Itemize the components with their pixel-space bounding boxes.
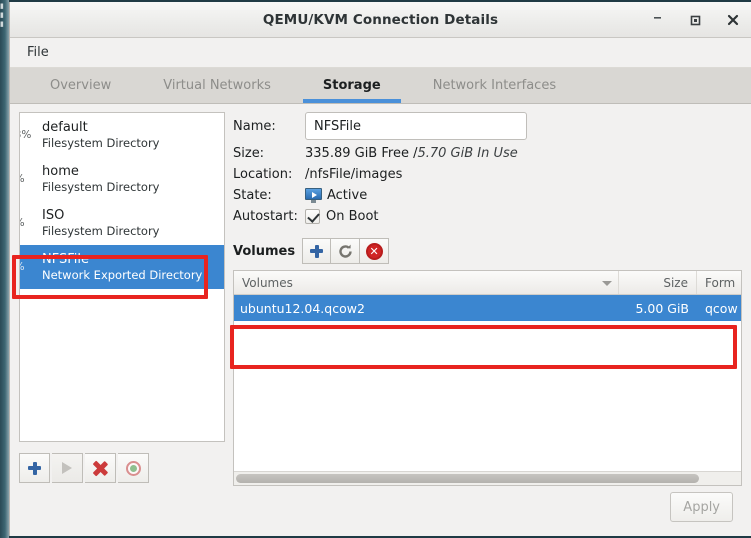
location-row: Location: /nfsFile/images bbox=[233, 167, 742, 182]
maximize-icon[interactable] bbox=[683, 8, 707, 32]
apply-button[interactable]: Apply bbox=[670, 492, 733, 522]
scrollbar-thumb[interactable] bbox=[236, 474, 699, 483]
pool-type: Network Exported Directory bbox=[42, 267, 203, 282]
pool-usage-percent: 0% bbox=[20, 173, 42, 185]
pool-toolbar bbox=[19, 442, 225, 486]
desktop-background-strip: ▮ ▮ ▮ bbox=[0, 0, 9, 538]
tab-virtual-networks[interactable]: Virtual Networks bbox=[137, 68, 297, 103]
minimize-icon[interactable] bbox=[645, 8, 669, 32]
volumes-toolbar: ✕ bbox=[302, 238, 390, 264]
column-header-label: Volumes bbox=[242, 275, 293, 290]
pool-name: NFSFile bbox=[42, 251, 89, 267]
delete-icon: ✕ bbox=[365, 242, 383, 260]
column-header-label: Form bbox=[705, 275, 736, 290]
pool-name: ISO bbox=[42, 207, 65, 223]
pool-name: home bbox=[42, 163, 79, 179]
location-value: /nfsFile/images bbox=[305, 167, 403, 182]
stop-pool-button[interactable] bbox=[118, 453, 149, 483]
pool-item-home[interactable]: 0% home Filesystem Directory bbox=[20, 157, 224, 201]
state-value: Active bbox=[327, 188, 368, 203]
desktop-icons: ▮ ▮ ▮ bbox=[0, 2, 4, 28]
autostart-checkbox[interactable] bbox=[305, 209, 320, 224]
pool-type: Filesystem Directory bbox=[42, 223, 160, 238]
autostart-row: Autostart: On Boot bbox=[233, 209, 742, 224]
connection-details-window: QEMU/KVM Connection Details File Overvie… bbox=[9, 2, 751, 536]
window-title: QEMU/KVM Connection Details bbox=[262, 11, 499, 28]
column-header-format[interactable]: Form bbox=[697, 271, 741, 294]
pool-type: Filesystem Directory bbox=[42, 179, 160, 194]
name-label: Name: bbox=[233, 118, 276, 134]
tab-storage[interactable]: Storage bbox=[297, 68, 407, 103]
pool-usage-percent: 38% bbox=[20, 129, 32, 141]
state-label: State: bbox=[233, 188, 272, 203]
autostart-label: Autostart: bbox=[233, 209, 298, 224]
pool-name-input[interactable] bbox=[305, 112, 527, 140]
pool-type: Filesystem Directory bbox=[42, 135, 160, 150]
volumes-horizontal-scrollbar[interactable] bbox=[234, 471, 741, 485]
state-value-group: Active bbox=[305, 188, 367, 203]
state-row: State: Active bbox=[233, 188, 742, 203]
delete-volume-button[interactable]: ✕ bbox=[360, 238, 390, 264]
volume-row-ubuntu[interactable]: ubuntu12.04.qcow2 5.00 GiB qcow bbox=[234, 295, 741, 321]
pool-name: default bbox=[42, 119, 88, 135]
column-header-size[interactable]: Size bbox=[619, 271, 697, 294]
storage-tab-content: 38% default Filesystem Directory 0% home… bbox=[10, 104, 751, 536]
volume-size: 5.00 GiB bbox=[635, 300, 689, 316]
column-header-label: Size bbox=[663, 275, 688, 290]
volumes-table-body[interactable]: ubuntu12.04.qcow2 5.00 GiB qcow bbox=[234, 295, 741, 471]
volumes-table: Volumes Size Form ubuntu12.04.qcow2 5.00… bbox=[233, 270, 742, 486]
pool-usage-percent: 0% bbox=[20, 261, 42, 273]
size-label: Size: bbox=[233, 146, 265, 161]
menu-file[interactable]: File bbox=[20, 42, 56, 63]
storage-pool-list[interactable]: 38% default Filesystem Directory 0% home… bbox=[19, 112, 225, 442]
column-header-volumes[interactable]: Volumes bbox=[234, 271, 619, 294]
window-controls bbox=[645, 2, 745, 38]
autostart-value-group[interactable]: On Boot bbox=[305, 209, 379, 224]
pool-usage-percent: 0% bbox=[20, 217, 42, 229]
volume-format: qcow bbox=[705, 300, 738, 316]
title-bar: QEMU/KVM Connection Details bbox=[10, 2, 751, 38]
size-free-text: 335.89 GiB Free / bbox=[305, 146, 418, 161]
pool-list-column: 38% default Filesystem Directory 0% home… bbox=[19, 112, 225, 486]
delete-icon bbox=[93, 461, 108, 476]
start-pool-button[interactable] bbox=[52, 453, 83, 483]
size-inuse-text: 5.70 GiB In Use bbox=[417, 146, 518, 161]
screen: ▮ ▮ ▮ QEMU/KVM Connection Details File O… bbox=[0, 0, 751, 538]
tab-bar: Overview Virtual Networks Storage Networ… bbox=[10, 68, 751, 104]
close-icon[interactable] bbox=[721, 8, 745, 32]
volume-name: ubuntu12.04.qcow2 bbox=[240, 300, 365, 316]
tab-overview[interactable]: Overview bbox=[24, 68, 137, 103]
add-pool-button[interactable] bbox=[19, 453, 50, 483]
pool-detail-fields: Name: Size: 335.89 GiB Free / 5.70 GiB I… bbox=[233, 112, 742, 230]
autostart-value: On Boot bbox=[326, 209, 379, 224]
refresh-volumes-button[interactable] bbox=[331, 238, 361, 264]
delete-pool-button[interactable] bbox=[85, 453, 116, 483]
stop-icon bbox=[125, 460, 141, 476]
volumes-label: Volumes bbox=[233, 243, 296, 259]
size-value: 335.89 GiB Free / 5.70 GiB In Use bbox=[305, 146, 518, 161]
plus-icon bbox=[310, 244, 324, 258]
tab-network-interfaces[interactable]: Network Interfaces bbox=[407, 68, 582, 103]
volumes-header: Volumes ✕ bbox=[233, 238, 742, 264]
location-label: Location: bbox=[233, 167, 293, 182]
size-row: Size: 335.89 GiB Free / 5.70 GiB In Use bbox=[233, 146, 742, 161]
pool-item-default[interactable]: 38% default Filesystem Directory bbox=[20, 113, 224, 157]
active-monitor-icon bbox=[305, 188, 322, 203]
plus-icon bbox=[28, 461, 41, 475]
refresh-icon bbox=[337, 243, 354, 260]
content-columns: 38% default Filesystem Directory 0% home… bbox=[19, 112, 742, 486]
name-row: Name: bbox=[233, 112, 742, 140]
play-icon bbox=[62, 462, 72, 474]
volumes-table-header: Volumes Size Form bbox=[234, 271, 741, 295]
menu-bar: File bbox=[10, 38, 751, 68]
new-volume-button[interactable] bbox=[302, 238, 332, 264]
chevron-down-icon bbox=[602, 280, 612, 286]
pool-item-nfsfile[interactable]: 0% NFSFile Network Exported Directory bbox=[20, 245, 224, 289]
pool-details-column: Name: Size: 335.89 GiB Free / 5.70 GiB I… bbox=[233, 112, 742, 486]
pool-item-iso[interactable]: 0% ISO Filesystem Directory bbox=[20, 201, 224, 245]
dialog-footer: Apply bbox=[19, 486, 742, 536]
